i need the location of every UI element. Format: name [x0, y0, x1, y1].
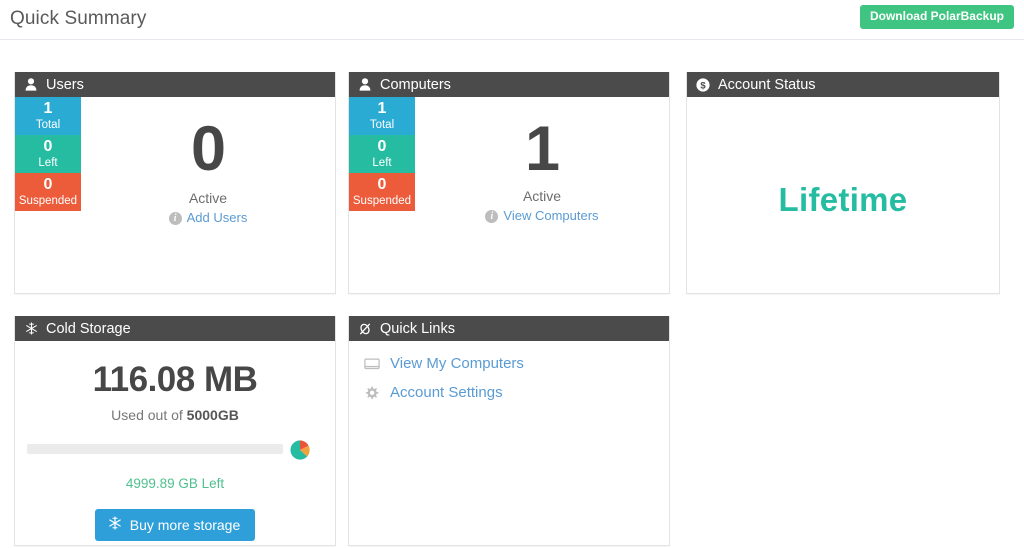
users-panel-header: Users	[15, 72, 335, 97]
user-icon	[357, 78, 373, 91]
users-left-value: 0	[43, 138, 53, 155]
storage-progress-bar	[27, 444, 283, 454]
storage-used-amount: 116.08 MB	[92, 360, 258, 399]
cold-storage-panel-title: Cold Storage	[46, 320, 131, 337]
quick-link-account-settings[interactable]: Account Settings	[363, 383, 669, 403]
svg-text:$: $	[700, 80, 706, 91]
users-suspended-value: 0	[43, 176, 53, 193]
pie-chart-icon	[289, 439, 311, 461]
account-status-value: Lifetime	[778, 181, 908, 218]
storage-left-text: 4999.89 GB Left	[125, 476, 225, 491]
users-left-label: Left	[38, 157, 58, 169]
info-icon: i	[485, 209, 499, 223]
users-panel: Users 1 Total 0 Left 0 Suspended 0 Activ…	[14, 72, 336, 294]
cold-storage-panel-body: 116.08 MB Used out of 5000GB 4999.89 GB …	[15, 341, 335, 545]
users-panel-title: Users	[46, 76, 84, 93]
storage-quota-prefix: Used out of	[111, 407, 187, 423]
info-icon: i	[168, 211, 182, 225]
page-title: Quick Summary	[10, 8, 147, 29]
storage-quota-text: Used out of 5000GB	[15, 405, 335, 425]
buy-more-storage-button[interactable]: Buy more storage	[94, 509, 256, 541]
computers-active-count: 1	[524, 114, 560, 184]
computers-tile-suspended: 0 Suspended	[349, 173, 415, 211]
computers-panel-title: Computers	[380, 76, 451, 93]
computers-panel-body: 1 Total 0 Left 0 Suspended 1 Active i Vi…	[349, 97, 669, 293]
computers-total-value: 1	[377, 100, 387, 117]
computers-count-area: 1 Active i View Computers	[415, 97, 669, 225]
users-active-label: Active	[188, 190, 228, 206]
snowflake-icon	[23, 322, 39, 335]
gear-icon	[363, 386, 380, 401]
add-users-link[interactable]: Add Users	[187, 209, 248, 227]
computers-suspended-label: Suspended	[352, 195, 412, 207]
computers-panel-header: Computers	[349, 72, 669, 97]
storage-quota-value: 5000GB	[186, 407, 239, 423]
computers-stat-tiles: 1 Total 0 Left 0 Suspended	[349, 97, 415, 211]
users-count-area: 0 Active i Add Users	[81, 97, 335, 227]
account-status-panel-title: Account Status	[718, 76, 816, 93]
users-total-value: 1	[43, 100, 53, 117]
view-computers-link[interactable]: View Computers	[503, 207, 598, 225]
account-status-panel: $ Account Status Lifetime	[686, 72, 1000, 294]
monitor-icon	[363, 358, 380, 371]
users-panel-body: 1 Total 0 Left 0 Suspended 0 Active i Ad…	[15, 97, 335, 293]
account-status-panel-header: $ Account Status	[687, 72, 999, 97]
quick-links-list: View My Computers Account Settings	[349, 341, 669, 403]
buy-storage-wrap: Buy more storage	[15, 509, 335, 541]
users-active-count: 0	[190, 114, 226, 184]
users-stat-tiles: 1 Total 0 Left 0 Suspended	[15, 97, 81, 211]
computers-panel: Computers 1 Total 0 Left 0 Suspended 1 A…	[348, 72, 670, 294]
snowflake-icon	[108, 516, 122, 533]
quick-links-panel-title: Quick Links	[380, 320, 455, 337]
cold-storage-panel-header: Cold Storage	[15, 316, 335, 341]
computers-tile-total: 1 Total	[349, 97, 415, 135]
download-polarbackup-button[interactable]: Download PolarBackup	[859, 5, 1014, 29]
account-status-panel-body: Lifetime	[687, 97, 999, 293]
computers-tile-left: 0 Left	[349, 135, 415, 173]
add-users-link-row: i Add Users	[81, 209, 335, 227]
computers-active-label: Active	[522, 188, 562, 204]
quick-link-view-my-computers[interactable]: View My Computers	[363, 354, 669, 374]
computers-total-label: Total	[369, 119, 395, 131]
users-tile-suspended: 0 Suspended	[15, 173, 81, 211]
user-icon	[23, 78, 39, 91]
computers-left-value: 0	[377, 138, 387, 155]
quick-links-panel-header: Quick Links	[349, 316, 669, 341]
buy-more-storage-label: Buy more storage	[129, 516, 241, 533]
computers-suspended-value: 0	[377, 176, 387, 193]
users-tile-total: 1 Total	[15, 97, 81, 135]
computers-left-label: Left	[372, 157, 392, 169]
dollar-circle-icon: $	[695, 77, 711, 92]
users-tile-left: 0 Left	[15, 135, 81, 173]
view-computers-link-row: i View Computers	[415, 207, 669, 225]
link-icon	[357, 322, 373, 336]
quick-links-panel-body: View My Computers Account Settings	[349, 341, 669, 545]
page-header: Quick Summary Download PolarBackup	[0, 0, 1024, 40]
users-total-label: Total	[35, 119, 61, 131]
storage-progress-row	[15, 439, 335, 461]
quick-link-label[interactable]: View My Computers	[390, 354, 524, 374]
users-suspended-label: Suspended	[18, 195, 78, 207]
quick-links-panel: Quick Links View My Computers Account Se…	[348, 316, 670, 546]
cold-storage-panel: Cold Storage 116.08 MB Used out of 5000G…	[14, 316, 336, 546]
quick-link-label[interactable]: Account Settings	[390, 383, 503, 403]
